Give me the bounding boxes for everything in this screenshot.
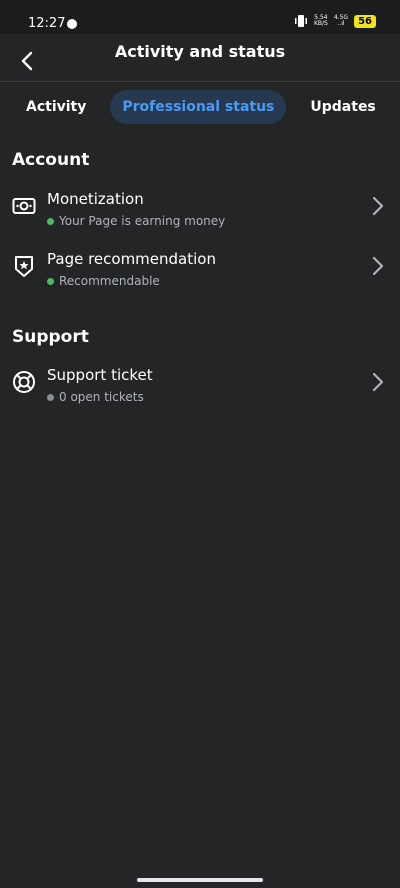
lifebuoy-icon bbox=[13, 371, 35, 393]
signal-indicator: 4.5G ..ıl bbox=[333, 14, 349, 27]
support-ticket-row[interactable]: Support ticket 0 open tickets bbox=[0, 366, 400, 422]
tab-activity[interactable]: Activity bbox=[14, 90, 98, 124]
monetization-title: Monetization bbox=[47, 190, 144, 208]
section-title-support: Support bbox=[12, 327, 89, 347]
support-ticket-title: Support ticket bbox=[47, 366, 153, 384]
page-recommendation-title: Page recommendation bbox=[47, 250, 216, 268]
status-time: 12:27 bbox=[28, 16, 66, 31]
status-dot bbox=[47, 393, 54, 401]
page-recommendation-status: Recommendable bbox=[47, 274, 160, 288]
support-ticket-status: 0 open tickets bbox=[47, 390, 144, 404]
status-indicators: 5.54 KB/S 4.5G ..ıl 56 bbox=[294, 14, 376, 28]
monetization-subtitle: Your Page is earning money bbox=[59, 214, 226, 228]
tab-bar: Activity Professional status Updates bbox=[14, 90, 388, 124]
money-icon bbox=[12, 198, 36, 214]
tab-updates[interactable]: Updates bbox=[298, 90, 387, 124]
monetization-status: Your Page is earning money bbox=[47, 214, 225, 228]
chevron-right-icon bbox=[372, 196, 384, 216]
status-dot bbox=[47, 277, 54, 285]
page-recommendation-row[interactable]: Page recommendation Recommendable bbox=[0, 250, 400, 306]
notification-icon bbox=[67, 19, 77, 29]
monetization-row[interactable]: Monetization Your Page is earning money bbox=[0, 190, 400, 246]
page-recommendation-subtitle: Recommendable bbox=[59, 274, 160, 288]
vibrate-icon bbox=[294, 15, 307, 27]
support-ticket-subtitle: 0 open tickets bbox=[59, 390, 144, 404]
section-title-account: Account bbox=[12, 150, 90, 170]
page-title: Activity and status bbox=[114, 42, 286, 61]
home-indicator[interactable] bbox=[137, 878, 263, 882]
tab-professional-status[interactable]: Professional status bbox=[110, 90, 287, 124]
status-dot bbox=[47, 217, 54, 225]
chevron-right-icon bbox=[372, 372, 384, 392]
header: Activity and status bbox=[0, 34, 400, 82]
star-shield-icon bbox=[15, 256, 33, 277]
battery-icon: 56 bbox=[354, 14, 376, 28]
net-speed: 5.54 KB/S bbox=[313, 14, 328, 27]
chevron-right-icon bbox=[372, 256, 384, 276]
